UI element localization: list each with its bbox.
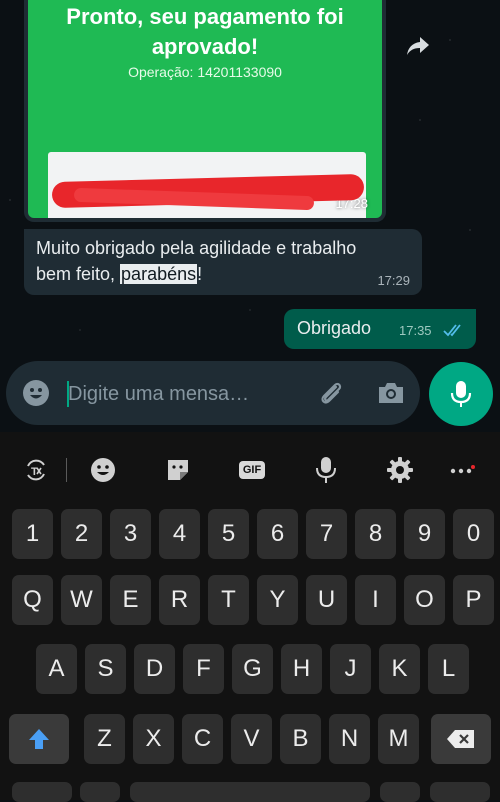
key-w[interactable]: W [61, 575, 102, 625]
camera-icon [379, 383, 403, 403]
key-6[interactable]: 6 [257, 509, 298, 559]
payment-approved-title: Pronto, seu pagamento foi aprovado! [66, 4, 344, 59]
key-k[interactable]: K [379, 644, 420, 694]
incoming-message[interactable]: Muito obrigado pela agilidade e trabalho… [24, 229, 422, 295]
space-key[interactable] [130, 782, 370, 802]
key-f[interactable]: F [183, 644, 224, 694]
key-e[interactable]: E [110, 575, 151, 625]
more-options-button[interactable] [444, 454, 480, 486]
message-time: 17:35 [399, 323, 432, 338]
key-v[interactable]: V [231, 714, 272, 764]
message-composer [6, 361, 420, 425]
key-4[interactable]: 4 [159, 509, 200, 559]
mic-icon [450, 381, 472, 407]
paperclip-icon [321, 382, 342, 404]
emoji-icon [91, 458, 115, 482]
emoji-icon [23, 380, 49, 406]
forward-icon [407, 37, 429, 55]
key-o[interactable]: O [404, 575, 445, 625]
camera-button[interactable] [376, 379, 406, 412]
shift-key[interactable] [9, 714, 69, 764]
message-text-part: ! [197, 264, 203, 284]
key-z[interactable]: Z [84, 714, 125, 764]
key-q[interactable]: Q [12, 575, 53, 625]
key-5[interactable]: 5 [208, 509, 249, 559]
key-a[interactable]: A [36, 644, 77, 694]
keyboard-toolbar: T GIF [0, 432, 500, 506]
comma-key[interactable] [80, 782, 120, 802]
key-c[interactable]: C [182, 714, 223, 764]
key-p[interactable]: P [453, 575, 494, 625]
svg-text:T: T [31, 466, 38, 478]
period-key[interactable] [380, 782, 420, 802]
backspace-key[interactable] [431, 714, 491, 764]
more-icon [450, 465, 475, 474]
shift-icon [29, 729, 49, 749]
gif-icon: GIF [238, 461, 266, 479]
key-j[interactable]: J [330, 644, 371, 694]
key-9[interactable]: 9 [404, 509, 445, 559]
key-t[interactable]: T [208, 575, 249, 625]
key-7[interactable]: 7 [306, 509, 347, 559]
key-n[interactable]: N [329, 714, 370, 764]
key-i[interactable]: I [355, 575, 396, 625]
backspace-icon [447, 730, 474, 748]
key-h[interactable]: H [281, 644, 322, 694]
key-y[interactable]: Y [257, 575, 298, 625]
voice-icon [316, 457, 336, 483]
message-input[interactable] [66, 377, 310, 411]
key-u[interactable]: U [306, 575, 347, 625]
key-8[interactable]: 8 [355, 509, 396, 559]
key-b[interactable]: B [280, 714, 321, 764]
voice-input-button[interactable] [308, 454, 344, 486]
voice-message-button[interactable] [429, 362, 493, 426]
key-3[interactable]: 3 [110, 509, 151, 559]
toolbar-divider [66, 458, 67, 482]
on-screen-keyboard: T GIF 1 2 3 4 5 6 7 8 9 0 Q W E R T Y U … [0, 432, 500, 802]
message-text: Muito obrigado pela agilidade e trabalho… [36, 235, 376, 287]
symbols-key[interactable] [12, 782, 72, 802]
gif-button[interactable]: GIF [234, 454, 270, 486]
message-time: 17:29 [377, 273, 410, 288]
key-m[interactable]: M [378, 714, 419, 764]
message-text: Obrigado [297, 318, 372, 338]
key-2[interactable]: 2 [61, 509, 102, 559]
key-s[interactable]: S [85, 644, 126, 694]
sticker-icon [168, 460, 188, 480]
key-0[interactable]: 0 [453, 509, 494, 559]
emoji-keyboard-button[interactable] [85, 454, 121, 486]
read-ticks-icon [443, 324, 461, 337]
translate-button[interactable]: T [18, 454, 54, 486]
keyboard-settings-button[interactable] [382, 454, 418, 486]
translate-icon: T [27, 459, 45, 481]
operation-number: Operação: 14201133090 [128, 64, 282, 80]
settings-icon [387, 457, 413, 483]
outgoing-message[interactable]: Obrigado 17:35 [284, 309, 476, 349]
key-1[interactable]: 1 [12, 509, 53, 559]
emoji-button[interactable] [22, 379, 50, 412]
key-g[interactable]: G [232, 644, 273, 694]
enter-key[interactable] [430, 782, 490, 802]
forward-button[interactable] [400, 28, 436, 64]
attach-button[interactable] [316, 379, 346, 414]
key-l[interactable]: L [428, 644, 469, 694]
key-r[interactable]: R [159, 575, 200, 625]
selected-word[interactable]: parabéns [120, 264, 198, 284]
key-x[interactable]: X [133, 714, 174, 764]
sticker-button[interactable] [160, 454, 196, 486]
key-d[interactable]: D [134, 644, 175, 694]
